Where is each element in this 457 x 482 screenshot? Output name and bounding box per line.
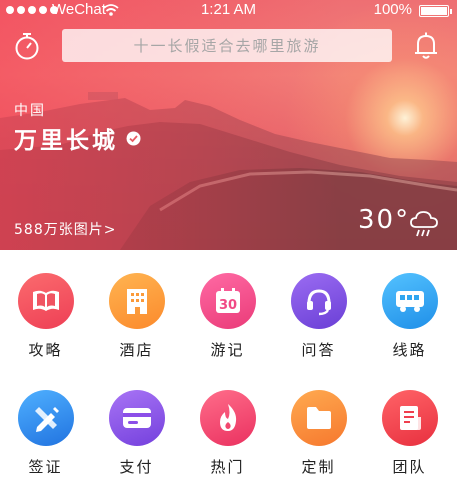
calendar-icon: 30 (199, 273, 256, 329)
category-label: 签证 (28, 458, 63, 476)
battery-percent: 100% (373, 1, 412, 18)
battery-icon (419, 5, 449, 17)
category-label: 支付 (119, 458, 154, 476)
hero-banner[interactable]: WeChat 1:21 AM 100% 十一长假适合去哪里旅游 中国 万里长城 … (0, 0, 457, 250)
rain-cloud-icon (410, 211, 438, 237)
category-travelogue[interactable]: 30 游记 (182, 273, 273, 360)
book-icon (17, 273, 74, 329)
temperature: 30° (358, 205, 411, 235)
category-label: 攻略 (28, 341, 63, 359)
card-icon (108, 390, 165, 446)
pencil-ruler-icon (17, 390, 74, 446)
category-label: 问答 (301, 341, 336, 359)
category-visa[interactable]: 签证 (0, 390, 91, 477)
category-label: 游记 (210, 341, 245, 359)
category-label: 定制 (301, 458, 336, 476)
battery-tip (450, 9, 452, 14)
calendar-badge: 30 (218, 298, 236, 313)
category-hotel[interactable]: 酒店 (91, 273, 182, 360)
headset-icon (290, 273, 347, 329)
photo-count-link[interactable]: 588万张图片> (14, 219, 116, 239)
flame-icon (199, 390, 256, 446)
destination-name: 万里长城 (14, 128, 118, 154)
destination-country: 中国 (14, 103, 46, 119)
document-icon (381, 390, 438, 446)
category-label: 线路 (392, 341, 427, 359)
search-placeholder: 十一长假适合去哪里旅游 (133, 37, 321, 55)
search-input[interactable]: 十一长假适合去哪里旅游 (62, 29, 392, 62)
bus-icon (381, 273, 438, 329)
category-team[interactable]: 团队 (364, 390, 455, 477)
category-qa[interactable]: 问答 (273, 273, 364, 360)
category-label: 酒店 (119, 341, 154, 359)
category-payment[interactable]: 支付 (91, 390, 182, 477)
folder-icon (290, 390, 347, 446)
category-custom[interactable]: 定制 (273, 390, 364, 477)
category-label: 热门 (210, 458, 245, 476)
category-grid: 攻略 酒店 30 游记 问答 线路 签证 支付 热门 定制 团队 (0, 250, 457, 482)
category-hot[interactable]: 热门 (182, 390, 273, 477)
status-bar: WeChat 1:21 AM 100% (0, 0, 457, 22)
category-label: 团队 (392, 458, 427, 476)
category-guide[interactable]: 攻略 (0, 273, 91, 360)
category-route[interactable]: 线路 (364, 273, 455, 360)
destination-title[interactable]: 万里长城 (14, 121, 141, 155)
check-badge-icon (126, 131, 141, 145)
bell-icon[interactable] (413, 31, 439, 61)
building-icon (108, 273, 165, 329)
stopwatch-icon[interactable] (13, 31, 41, 61)
